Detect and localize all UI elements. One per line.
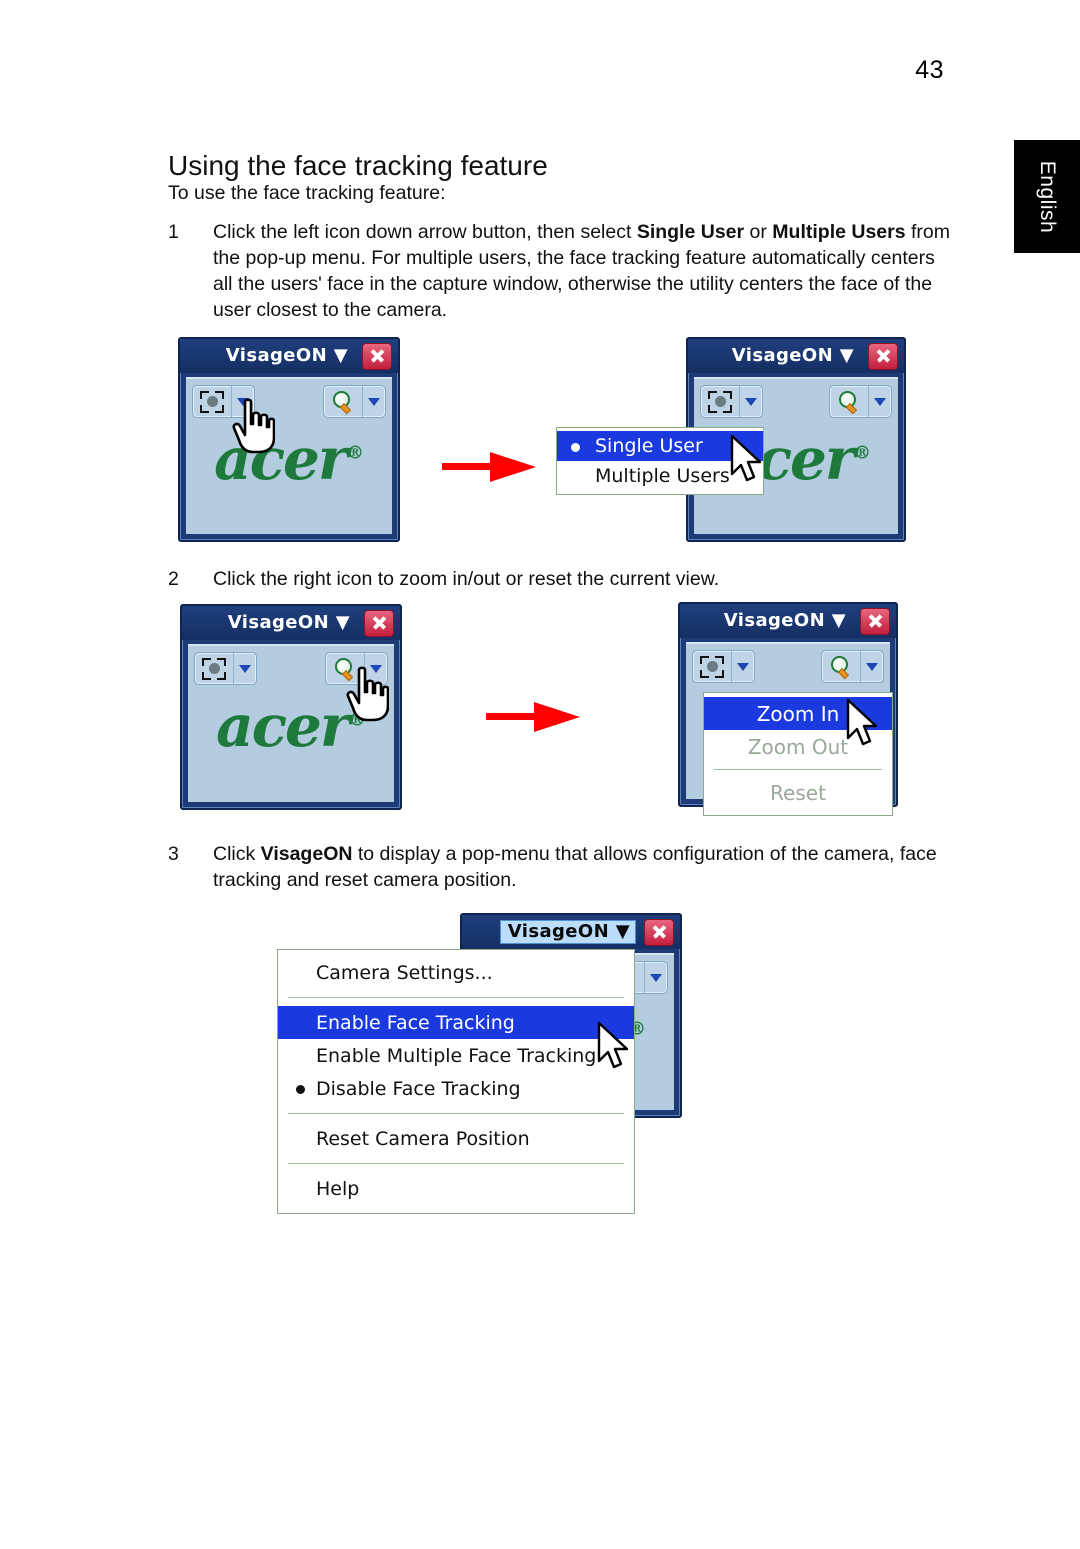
zoom-dropdown-chevron-down-icon[interactable] [644,962,667,993]
magnifier-icon[interactable] [324,386,362,417]
page-title: Using the face tracking feature [168,149,548,181]
title-chevron-down-icon[interactable]: ▼ [616,921,630,942]
language-tab-english: English [1014,140,1080,253]
magnifier-icon[interactable] [830,386,868,417]
radio-dot-icon [571,443,580,452]
magnifier-icon[interactable] [326,653,364,684]
title-chevron-down-icon[interactable]: ▼ [334,345,348,366]
visageon-main-menu[interactable]: Camera Settings... Enable Face Tracking … [277,949,635,1214]
face-tracking-button-group[interactable] [192,385,255,418]
menu-item-zoom-out[interactable]: Zoom Out [704,730,892,763]
window-title[interactable]: VisageON ▼ [220,611,356,635]
window-toolbar [700,385,892,418]
intro-text: To use the face tracking feature: [168,182,446,204]
window-title[interactable]: VisageON ▼ [499,920,636,944]
zoom-button-group[interactable] [323,385,386,418]
face-focus-icon[interactable] [195,653,233,684]
menu-separator [288,1113,624,1114]
window-title[interactable]: VisageON ▼ [716,609,852,633]
face-tracking-button-group[interactable] [692,650,755,683]
window-titlebar[interactable]: VisageON ▼ [462,915,680,949]
zoom-dropdown-chevron-down-icon[interactable] [364,653,387,684]
close-icon[interactable] [860,607,890,635]
face-tracking-button-group[interactable] [194,652,257,685]
close-icon[interactable] [364,609,394,637]
window-title[interactable]: VisageON ▼ [724,344,860,368]
face-focus-icon[interactable] [701,386,739,417]
face-dropdown-chevron-down-icon[interactable] [233,653,256,684]
zoom-button-group[interactable] [829,385,892,418]
menu-item-single-user[interactable]: Single User [557,431,763,461]
menu-item-reset-camera-position[interactable]: Reset Camera Position [278,1122,634,1155]
zoom-dropdown-chevron-down-icon[interactable] [868,386,891,417]
magnifier-icon[interactable] [822,651,860,682]
page-number: 43 [915,56,944,84]
window-title[interactable]: VisageON ▼ [218,344,354,368]
face-dropdown-chevron-down-icon[interactable] [731,651,754,682]
close-icon[interactable] [868,342,898,370]
step-text: Click VisageON to display a pop-menu tha… [213,843,937,891]
face-focus-icon[interactable] [193,386,231,417]
menu-item-disable-face-tracking[interactable]: Disable Face Tracking [278,1072,634,1105]
menu-separator [288,1163,624,1164]
single-multiple-users-menu[interactable]: Single User Multiple Users [556,427,764,495]
step-item-2: 2 Click the right icon to zoom in/out or… [168,566,958,592]
window-toolbar [194,652,388,685]
face-dropdown-chevron-down-icon[interactable] [739,386,762,417]
title-chevron-down-icon[interactable]: ▼ [336,612,350,633]
acer-logo: acer® [216,692,366,760]
step-number: 3 [168,843,179,865]
window-titlebar[interactable]: VisageON ▼ [680,604,896,638]
visageon-window[interactable]: VisageON ▼ [178,337,400,542]
title-chevron-down-icon[interactable]: ▼ [832,610,846,631]
visageon-window[interactable]: VisageON ▼ [180,604,402,810]
radio-dot-icon [296,1085,305,1094]
menu-item-zoom-in[interactable]: Zoom In [704,697,892,730]
face-dropdown-chevron-down-icon[interactable] [231,386,254,417]
step-number: 1 [168,221,179,243]
window-toolbar [192,385,386,418]
title-chevron-down-icon[interactable]: ▼ [840,345,854,366]
close-icon[interactable] [362,342,392,370]
menu-separator [288,997,624,998]
close-icon[interactable] [644,918,674,946]
menu-item-enable-face-tracking[interactable]: Enable Face Tracking [278,1006,634,1039]
window-client-area: acer® [186,377,392,534]
zoom-dropdown-chevron-down-icon[interactable] [362,386,385,417]
step-number: 2 [168,568,179,590]
window-titlebar[interactable]: VisageON ▼ [180,339,398,373]
zoom-button-group[interactable] [821,650,884,683]
step-item-1: 1 Click the left icon down arrow button,… [168,219,958,323]
menu-item-multiple-users[interactable]: Multiple Users [557,461,763,491]
menu-item-enable-multiple-face-tracking[interactable]: Enable Multiple Face Tracking [278,1039,634,1072]
step-text: Click the left icon down arrow button, t… [213,221,951,321]
red-arrow-right-icon [486,702,580,732]
window-titlebar[interactable]: VisageON ▼ [688,339,904,373]
face-tracking-button-group[interactable] [700,385,763,418]
red-arrow-right-icon [442,452,536,482]
menu-separator [714,769,882,770]
menu-item-help[interactable]: Help [278,1172,634,1205]
face-focus-icon[interactable] [693,651,731,682]
language-tab-label: English [1036,160,1059,233]
zoom-menu[interactable]: Zoom In Zoom Out Reset [703,692,893,816]
menu-item-reset[interactable]: Reset [704,776,892,809]
zoom-dropdown-chevron-down-icon[interactable] [860,651,883,682]
menu-item-camera-settings[interactable]: Camera Settings... [278,956,634,989]
window-toolbar [692,650,884,683]
step-text: Click the right icon to zoom in/out or r… [213,568,720,590]
window-client-area: acer® [188,644,394,802]
step-item-3: 3 Click VisageON to display a pop-menu t… [168,841,958,893]
acer-logo: acer® [214,425,364,493]
window-titlebar[interactable]: VisageON ▼ [182,606,400,640]
zoom-button-group[interactable] [325,652,388,685]
